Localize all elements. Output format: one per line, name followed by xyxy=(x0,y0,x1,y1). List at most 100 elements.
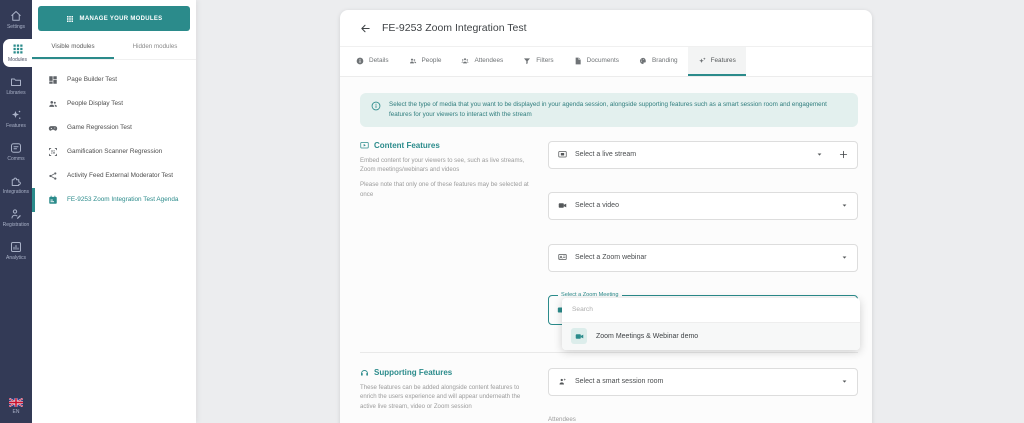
webinar-icon xyxy=(558,253,567,262)
section-title: Supporting Features xyxy=(374,367,453,377)
search-input[interactable] xyxy=(572,306,850,313)
rail-item-label: Features xyxy=(6,123,26,129)
content-features-intro: Content Features Embed content for your … xyxy=(360,141,542,325)
module-item-zoom-integration-agenda[interactable]: FE-9253 Zoom Integration Test Agenda xyxy=(32,188,196,212)
nav-rail: Settings Modules Libraries Features Comm… xyxy=(0,0,32,423)
tab-documents[interactable]: Documents xyxy=(564,47,629,76)
tab-hidden-modules[interactable]: Hidden modules xyxy=(114,35,196,59)
module-label: Activity Feed External Moderator Test xyxy=(67,172,174,179)
chevron-down-icon[interactable] xyxy=(841,202,848,209)
select-label: Select a video xyxy=(575,202,619,209)
section-description: Embed content for your viewers to see, s… xyxy=(360,156,525,174)
attendees-icon xyxy=(461,57,469,65)
tab-label: Branding xyxy=(651,57,678,64)
rail-item-label: Libraries xyxy=(6,90,26,96)
zoom-meeting-option[interactable]: Zoom Meetings & Webinar demo xyxy=(562,322,860,350)
module-item-activity-feed[interactable]: Activity Feed External Moderator Test xyxy=(32,164,196,188)
module-label: People Display Test xyxy=(67,100,124,107)
info-icon xyxy=(356,57,364,65)
option-label: Zoom Meetings & Webinar demo xyxy=(596,332,699,340)
live-stream-select[interactable]: Select a live stream xyxy=(548,140,858,169)
module-item-people-display[interactable]: People Display Test xyxy=(32,92,196,116)
module-item-gamification-scanner[interactable]: Gamification Scanner Regression xyxy=(32,140,196,164)
grid-icon xyxy=(66,15,74,23)
content-features-controls: Select a live stream Select a video Sele… xyxy=(548,140,860,350)
main-area: FE-9253 Zoom Integration Test Details Pe… xyxy=(196,0,1024,423)
rail-item-settings[interactable]: Settings xyxy=(0,6,32,34)
supporting-features-heading: Supporting Features xyxy=(360,368,542,377)
search-row xyxy=(562,298,860,323)
rail-item-comms[interactable]: Comms xyxy=(0,138,32,166)
manage-modules-label: MANAGE YOUR MODULES xyxy=(79,15,163,22)
videocam-icon xyxy=(558,201,567,210)
module-label: Gamification Scanner Regression xyxy=(67,148,163,155)
video-select[interactable]: Select a video xyxy=(548,191,858,220)
module-item-game-regression[interactable]: Game Regression Test xyxy=(32,116,196,140)
info-icon xyxy=(371,101,381,111)
module-item-page-builder[interactable]: Page Builder Test xyxy=(32,68,196,92)
tab-label: Details xyxy=(369,57,389,64)
rail-item-registration[interactable]: Registration xyxy=(0,204,32,232)
zoom-webinar-select[interactable]: Select a Zoom webinar xyxy=(548,243,858,272)
calendar-icon xyxy=(48,195,58,205)
supporting-features-intro: Supporting Features These features can b… xyxy=(360,368,542,423)
tab-filters[interactable]: Filters xyxy=(513,47,563,76)
tab-label: People xyxy=(421,57,442,64)
info-banner-text: Select the type of media that you want t… xyxy=(389,101,827,118)
module-list: Page Builder Test People Display Test Ga… xyxy=(32,60,196,212)
info-banner: Select the type of media that you want t… xyxy=(360,93,858,127)
rail-item-libraries[interactable]: Libraries xyxy=(0,72,32,100)
screen-play-icon xyxy=(360,141,369,150)
rail-item-modules[interactable]: Modules xyxy=(3,39,32,67)
share-icon xyxy=(48,171,58,181)
chevron-down-icon[interactable] xyxy=(841,378,848,385)
zoom-meeting-dropdown-panel: Zoom Meetings & Webinar demo xyxy=(562,297,860,350)
content-features-section: Content Features Embed content for your … xyxy=(360,140,860,350)
chevron-down-icon[interactable] xyxy=(841,254,848,261)
back-arrow-icon[interactable] xyxy=(360,23,371,34)
section-description: These features can be added alongside co… xyxy=(360,383,521,411)
chevron-down-icon[interactable] xyxy=(816,151,823,158)
rail-item-analytics[interactable]: Analytics xyxy=(0,237,32,265)
tab-features[interactable]: Features xyxy=(687,47,746,76)
folder-icon xyxy=(10,76,22,88)
home-icon xyxy=(10,10,22,22)
registration-icon xyxy=(10,208,22,220)
rail-item-label: Settings xyxy=(6,24,26,30)
next-section-partial-label: Attendees xyxy=(548,415,576,423)
language-switcher[interactable]: EN xyxy=(0,398,32,423)
integrations-icon xyxy=(10,175,22,187)
rail-item-label: Comms xyxy=(7,156,25,162)
session-tabbar: Details People Attendees Filters Documen… xyxy=(340,47,872,77)
manage-modules-button[interactable]: MANAGE YOUR MODULES xyxy=(38,6,190,31)
videocam-icon xyxy=(575,332,584,341)
tab-label: Filters xyxy=(536,57,554,64)
smart-room-icon xyxy=(558,377,567,386)
section-divider xyxy=(360,351,858,353)
tab-attendees[interactable]: Attendees xyxy=(451,47,513,76)
select-label: Select a live stream xyxy=(575,151,637,158)
zoom-meeting-select-open[interactable]: Select a Zoom Meeting Z xyxy=(548,291,860,350)
add-live-stream-icon[interactable] xyxy=(839,150,848,159)
palette-icon xyxy=(639,57,647,65)
rail-item-integrations[interactable]: Integrations xyxy=(0,171,32,199)
section-title: Content Features xyxy=(374,140,440,150)
tab-details[interactable]: Details xyxy=(346,47,399,76)
tab-branding[interactable]: Branding xyxy=(629,47,688,76)
people-icon xyxy=(48,99,58,109)
live-stream-icon xyxy=(558,150,567,159)
sidebar-tabs: Visible modules Hidden modules xyxy=(32,35,196,60)
smart-session-room-select[interactable]: Select a smart session room xyxy=(548,367,858,396)
rail-item-label: Registration xyxy=(2,222,30,228)
module-label: Game Regression Test xyxy=(67,124,132,131)
module-label: FE-9253 Zoom Integration Test Agenda xyxy=(67,196,179,203)
gamepad-icon xyxy=(48,123,58,133)
features-icon xyxy=(698,57,706,65)
tab-people[interactable]: People xyxy=(399,47,452,76)
rail-item-features[interactable]: Features xyxy=(0,105,32,133)
features-panel: Select the type of media that you want t… xyxy=(340,77,872,423)
tab-visible-modules[interactable]: Visible modules xyxy=(32,35,114,59)
filter-icon xyxy=(523,57,531,65)
people-icon xyxy=(409,57,417,65)
option-icon-box xyxy=(571,328,587,344)
